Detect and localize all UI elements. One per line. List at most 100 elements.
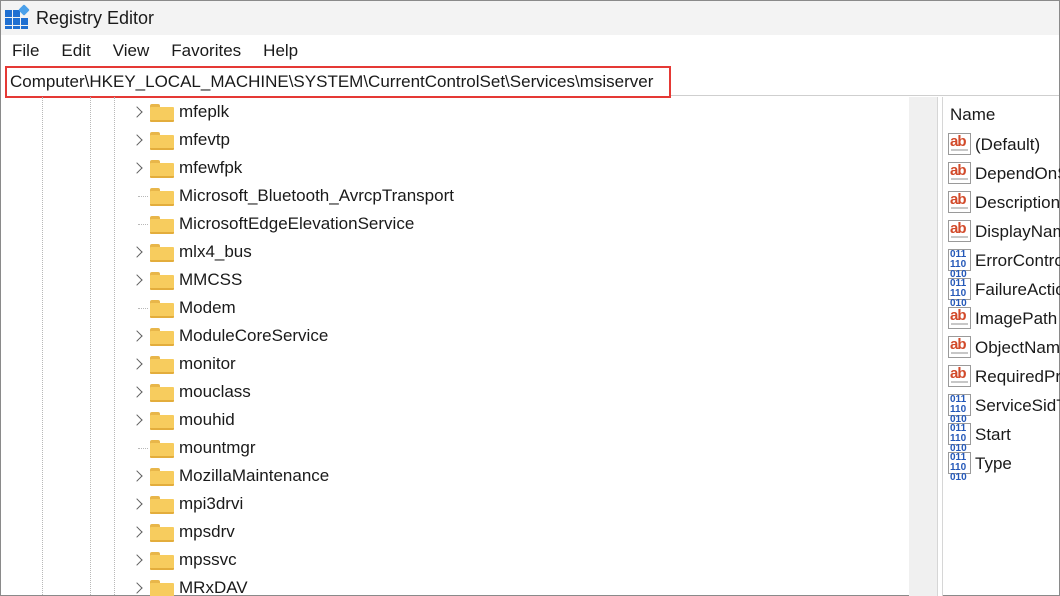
- tree-key-row[interactable]: mfevtp: [1, 127, 901, 155]
- folder-icon: [150, 580, 174, 596]
- tree-key-row[interactable]: MRxDAV: [1, 575, 901, 596]
- address-bar[interactable]: Computer\HKEY_LOCAL_MACHINE\SYSTEM\Curre…: [5, 66, 671, 98]
- menu-view[interactable]: View: [102, 37, 161, 65]
- tree-key-label[interactable]: MozillaMaintenance: [179, 466, 329, 486]
- tree-connector: [138, 224, 148, 225]
- value-name[interactable]: DependOnService: [975, 164, 1060, 184]
- chevron-right-icon[interactable]: [131, 470, 143, 482]
- value-name[interactable]: RequiredPrivileges: [975, 367, 1060, 387]
- string-value-icon: ab: [948, 220, 971, 242]
- folder-icon: [150, 216, 174, 234]
- tree-key-row[interactable]: mouclass: [1, 379, 901, 407]
- binary-value-icon: 011 110 010: [948, 423, 971, 454]
- address-path[interactable]: Computer\HKEY_LOCAL_MACHINE\SYSTEM\Curre…: [10, 72, 653, 92]
- tree-key-row[interactable]: Modem: [1, 295, 901, 323]
- chevron-right-icon[interactable]: [131, 554, 143, 566]
- chevron-right-icon[interactable]: [131, 386, 143, 398]
- value-row[interactable]: 011110010FailureActions: [947, 276, 1060, 309]
- tree-key-label[interactable]: mlx4_bus: [179, 242, 252, 262]
- tree-key-label[interactable]: monitor: [179, 354, 236, 374]
- string-value-icon: ab: [948, 336, 971, 358]
- value-name[interactable]: (Default): [975, 135, 1040, 155]
- name-column-header[interactable]: Name: [950, 105, 995, 125]
- chevron-right-icon[interactable]: [131, 358, 143, 370]
- value-name[interactable]: ServiceSidType: [975, 396, 1060, 416]
- tree-key-label[interactable]: MRxDAV: [179, 578, 248, 596]
- value-name[interactable]: FailureActions: [975, 280, 1060, 300]
- folder-icon: [150, 104, 174, 122]
- menu-edit[interactable]: Edit: [50, 37, 101, 65]
- chevron-right-icon[interactable]: [131, 162, 143, 174]
- chevron-right-icon[interactable]: [131, 330, 143, 342]
- value-row[interactable]: 011 110 010 Type: [947, 450, 1060, 483]
- chevron-right-icon[interactable]: [131, 582, 143, 594]
- tree-key-row[interactable]: MMCSS: [1, 267, 901, 295]
- value-row[interactable]: abObjectName: [947, 334, 1060, 363]
- value-row[interactable]: 011 110 010 Start: [947, 421, 1060, 454]
- value-row[interactable]: 011 110 010 ErrorControl: [947, 247, 1060, 280]
- tree-key-row[interactable]: mountmgr: [1, 435, 901, 463]
- string-value-icon: ab: [948, 191, 971, 213]
- tree-key-row[interactable]: mlx4_bus: [1, 239, 901, 267]
- folder-icon: [150, 412, 174, 430]
- value-name[interactable]: Start: [975, 425, 1011, 445]
- tree-key-label[interactable]: MMCSS: [179, 270, 242, 290]
- values-pane[interactable]: Name ab(Default)abDependOnServiceabDescr…: [943, 97, 1060, 596]
- chevron-right-icon[interactable]: [131, 106, 143, 118]
- value-row[interactable]: 011110010ServiceSidType: [947, 392, 1060, 425]
- value-row[interactable]: ab ImagePath: [947, 305, 1060, 334]
- menu-help[interactable]: Help: [252, 37, 309, 65]
- menu-favorites[interactable]: Favorites: [160, 37, 252, 65]
- tree-key-label[interactable]: mouclass: [179, 382, 251, 402]
- tree-key-row[interactable]: ModuleCoreService: [1, 323, 901, 351]
- value-row[interactable]: ab (Default): [947, 131, 1060, 160]
- tree-key-label[interactable]: mpi3drvi: [179, 494, 243, 514]
- value-name[interactable]: DisplayName: [975, 222, 1060, 242]
- value-name[interactable]: Type: [975, 454, 1012, 474]
- tree-scrollbar[interactable]: [909, 97, 937, 596]
- tree-key-label[interactable]: mountmgr: [179, 438, 256, 458]
- tree-key-row[interactable]: mpi3drvi: [1, 491, 901, 519]
- key-tree-pane[interactable]: mfeplk mfevtp mfewfpk Microsoft_Bluetooth_A…: [1, 97, 909, 596]
- value-name[interactable]: ErrorControl: [975, 251, 1060, 271]
- tree-key-label[interactable]: mpsdrv: [179, 522, 235, 542]
- tree-key-label[interactable]: mfevtp: [179, 130, 230, 150]
- folder-icon: [150, 384, 174, 402]
- tree-key-row[interactable]: mfewfpk: [1, 155, 901, 183]
- tree-key-row[interactable]: mpsdrv: [1, 519, 901, 547]
- chevron-right-icon[interactable]: [131, 134, 143, 146]
- folder-icon: [150, 468, 174, 486]
- tree-key-label[interactable]: Modem: [179, 298, 236, 318]
- binary-value-icon: 011 110 010: [948, 249, 971, 280]
- tree-key-row[interactable]: mouhid: [1, 407, 901, 435]
- tree-key-label[interactable]: mouhid: [179, 410, 235, 430]
- chevron-right-icon[interactable]: [131, 246, 143, 258]
- tree-key-row[interactable]: mpssvc: [1, 547, 901, 575]
- tree-key-row[interactable]: MozillaMaintenance: [1, 463, 901, 491]
- tree-key-label[interactable]: Microsoft_Bluetooth_AvrcpTransport: [179, 186, 454, 206]
- string-value-icon: ab: [948, 133, 971, 155]
- menu-file[interactable]: File: [1, 37, 50, 65]
- chevron-right-icon[interactable]: [131, 526, 143, 538]
- tree-key-label[interactable]: MicrosoftEdgeElevationService: [179, 214, 414, 234]
- tree-key-label[interactable]: mpssvc: [179, 550, 237, 570]
- chevron-right-icon[interactable]: [131, 414, 143, 426]
- value-row[interactable]: ab Description: [947, 189, 1060, 218]
- value-name[interactable]: Description: [975, 193, 1060, 213]
- tree-key-label[interactable]: mfewfpk: [179, 158, 242, 178]
- registry-editor-icon: [4, 4, 30, 30]
- tree-key-row[interactable]: mfeplk: [1, 99, 901, 127]
- value-row[interactable]: abRequiredPrivileges: [947, 363, 1060, 392]
- tree-key-row[interactable]: Microsoft_Bluetooth_AvrcpTransport: [1, 183, 901, 211]
- chevron-right-icon[interactable]: [131, 274, 143, 286]
- tree-key-label[interactable]: mfeplk: [179, 102, 229, 122]
- tree-key-label[interactable]: ModuleCoreService: [179, 326, 328, 346]
- value-row[interactable]: abDisplayName: [947, 218, 1060, 247]
- value-row[interactable]: abDependOnService: [947, 160, 1060, 189]
- chevron-right-icon[interactable]: [131, 498, 143, 510]
- tree-key-row[interactable]: MicrosoftEdgeElevationService: [1, 211, 901, 239]
- value-name[interactable]: ObjectName: [975, 338, 1060, 358]
- title-bar[interactable]: Registry Editor: [1, 1, 1059, 35]
- value-name[interactable]: ImagePath: [975, 309, 1057, 329]
- tree-key-row[interactable]: monitor: [1, 351, 901, 379]
